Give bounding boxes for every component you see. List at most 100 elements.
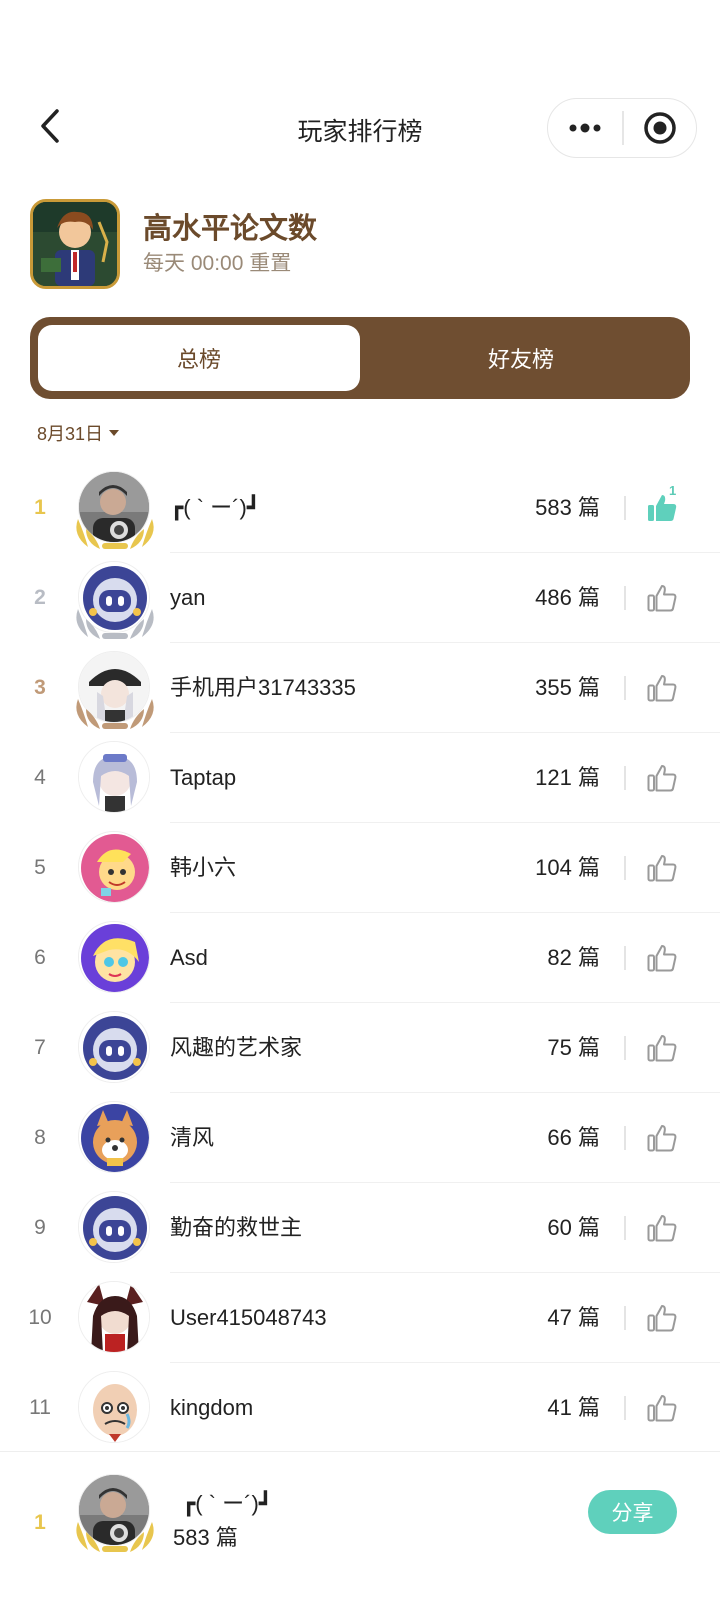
rank-number: 7	[34, 1036, 46, 1059]
avatar[interactable]	[78, 1101, 150, 1173]
game-icon	[30, 199, 120, 289]
avatar-wrap	[78, 741, 152, 815]
laurel-bronze-icon	[76, 699, 154, 729]
caret-down-icon	[109, 430, 120, 436]
thumbs-up-icon[interactable]	[646, 1032, 678, 1064]
rank-number: 1	[34, 496, 46, 519]
ranking-row[interactable]: 4 Taptap 121 篇	[0, 733, 720, 823]
player-name: ┏( ` ー´)┛	[170, 495, 261, 520]
thumbs-up-icon[interactable]	[646, 1122, 678, 1154]
thumbs-up-icon[interactable]	[646, 852, 678, 884]
paper-count: 82 篇	[547, 945, 600, 970]
paper-count: 121 篇	[535, 765, 600, 790]
ranking-row[interactable]: 3 手机用户31743335 355 篇	[0, 643, 720, 733]
rank-number: 10	[28, 1306, 52, 1329]
player-name: Taptap	[170, 765, 237, 790]
ranking-row[interactable]: 5 韩小六 104 篇	[0, 823, 720, 913]
my-name: ┏( ` ー´)┛	[182, 1491, 273, 1516]
paper-count: 66 篇	[547, 1125, 600, 1150]
player-name: 勤奋的救世主	[170, 1215, 303, 1240]
like-count: 1	[669, 483, 677, 498]
laurel-gold-icon	[76, 519, 154, 549]
ranking-list[interactable]: 1 ┏( ` ー´)┛ 583 篇 1 2 yan 486 篇 3 手机用户31…	[0, 463, 720, 1463]
player-name: Asd	[170, 945, 208, 970]
avatar[interactable]	[78, 921, 150, 993]
date-label: 8月31日	[37, 424, 104, 444]
avatar[interactable]	[78, 1191, 150, 1263]
thumbs-up-icon[interactable]	[646, 942, 678, 974]
leaderboard-tabs: 总榜 好友榜	[30, 317, 690, 399]
avatar-wrap	[76, 561, 154, 639]
player-name: 风趣的艺术家	[170, 1035, 303, 1060]
ranking-row[interactable]: 1 ┏( ` ー´)┛ 583 篇 1	[0, 463, 720, 553]
thumbs-up-icon[interactable]	[646, 672, 678, 704]
ranking-row[interactable]: 8 清风 66 篇	[0, 1093, 720, 1183]
share-button[interactable]: 分享	[588, 1490, 677, 1534]
avatar-wrap	[78, 1281, 152, 1355]
close-miniprogram-button[interactable]	[624, 99, 697, 157]
divider	[624, 586, 626, 610]
ranking-row[interactable]: 2 yan 486 篇	[0, 553, 720, 643]
thumbs-up-icon[interactable]	[646, 1392, 678, 1424]
top-nav-bar: 玩家排行榜	[0, 96, 720, 160]
ranking-row[interactable]: 7 风趣的艺术家 75 篇	[0, 1003, 720, 1093]
divider	[624, 1306, 626, 1330]
avatar-wrap	[76, 471, 154, 549]
thumbs-up-icon[interactable]	[646, 582, 678, 614]
paper-count: 60 篇	[547, 1215, 600, 1240]
player-name: 手机用户31743335	[170, 675, 356, 700]
avatar-wrap	[78, 831, 152, 905]
rank-number: 3	[34, 676, 46, 699]
divider	[624, 946, 626, 970]
divider	[624, 1126, 626, 1150]
rank-number: 8	[34, 1126, 46, 1149]
more-button[interactable]	[548, 99, 622, 157]
avatar[interactable]	[78, 741, 150, 813]
player-name: 韩小六	[170, 855, 237, 880]
my-rank-bar: 1 ┏( ` ー´)┛ 583 篇 分享	[0, 1451, 720, 1600]
rank-number: 4	[34, 766, 46, 789]
divider	[624, 1216, 626, 1240]
my-count: 583 篇	[173, 1525, 238, 1550]
rank-number: 6	[34, 946, 46, 969]
thumbs-up-icon[interactable]	[646, 1302, 678, 1334]
tab-friends[interactable]: 好友榜	[360, 325, 682, 391]
avatar-wrap	[78, 1191, 152, 1265]
rank-number: 9	[34, 1216, 46, 1239]
rank-number: 2	[34, 586, 46, 609]
divider	[624, 496, 626, 520]
paper-count: 104 篇	[535, 855, 600, 880]
divider	[624, 766, 626, 790]
paper-count: 583 篇	[535, 495, 600, 520]
player-name: yan	[170, 585, 206, 610]
ranking-row[interactable]: 10 User415048743 47 篇	[0, 1273, 720, 1363]
ranking-row[interactable]: 11 kingdom 41 篇	[0, 1363, 720, 1453]
avatar[interactable]	[78, 1371, 150, 1443]
tab-overall[interactable]: 总榜	[38, 325, 360, 391]
chevron-left-icon	[41, 109, 59, 143]
player-name: kingdom	[170, 1395, 254, 1420]
thumbs-up-icon[interactable]	[646, 762, 678, 794]
date-selector[interactable]: 8月31日	[37, 420, 120, 446]
divider	[624, 1036, 626, 1060]
thumbs-up-icon[interactable]	[646, 1212, 678, 1244]
rank-number: 5	[34, 856, 46, 879]
target-close-icon	[644, 112, 676, 144]
paper-count: 486 篇	[535, 585, 600, 610]
back-button[interactable]	[30, 106, 70, 146]
miniprogram-capsule	[547, 98, 697, 158]
avatar-wrap	[78, 1101, 152, 1175]
avatar-wrap	[78, 1011, 152, 1085]
paper-count: 47 篇	[547, 1305, 600, 1330]
avatar-wrap	[78, 921, 152, 995]
avatar[interactable]	[78, 1281, 150, 1353]
my-rank-number: 1	[34, 1511, 46, 1534]
divider	[624, 856, 626, 880]
divider	[624, 676, 626, 700]
ranking-row[interactable]: 6 Asd 82 篇	[0, 913, 720, 1003]
ranking-row[interactable]: 9 勤奋的救世主 60 篇	[0, 1183, 720, 1273]
avatar[interactable]	[78, 831, 150, 903]
avatar[interactable]	[78, 1011, 150, 1083]
paper-count: 75 篇	[547, 1035, 600, 1060]
paper-count: 355 篇	[535, 675, 600, 700]
